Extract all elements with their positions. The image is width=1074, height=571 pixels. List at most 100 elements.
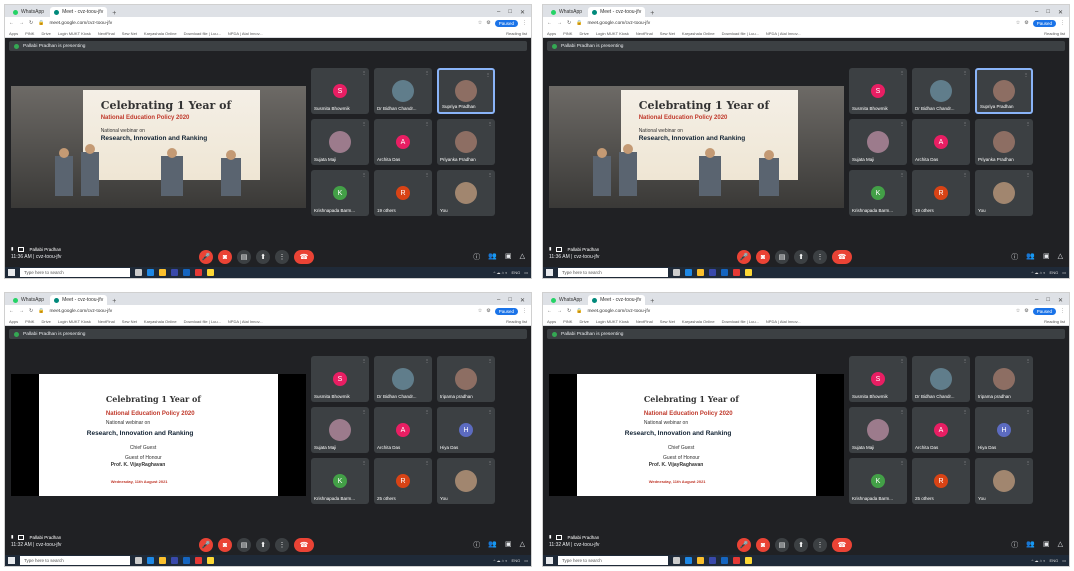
extensions-icon[interactable]: ⚙	[486, 20, 490, 26]
tile-options-icon[interactable]: ⋮	[963, 358, 967, 363]
bookmark-item[interactable]: NextFinal	[636, 31, 653, 36]
bookmark-item[interactable]: Download file | Luu...	[184, 31, 221, 36]
star-icon[interactable]: ☆	[1016, 308, 1020, 314]
bookmark-item[interactable]: Download file | Luu...	[722, 319, 759, 324]
participant-tile[interactable]: K ⋮ Krishnapada Barm...	[849, 458, 907, 504]
tab-whatsapp[interactable]: WhatsApp	[547, 295, 586, 305]
people-icon[interactable]: 👥	[1026, 540, 1035, 550]
people-icon[interactable]: 👥	[1026, 252, 1035, 262]
participant-tile[interactable]: H ⋮ Hiya Das	[975, 407, 1033, 453]
chat-icon[interactable]: ▣	[505, 252, 512, 262]
maximize-icon[interactable]: □	[1046, 297, 1050, 303]
participant-tile[interactable]: ⋮ Sujata Maji	[311, 119, 369, 165]
tile-options-icon[interactable]: ⋮	[425, 460, 429, 465]
bookmark-item[interactable]: Sew Net	[122, 319, 137, 324]
notification-icon[interactable]: ▭	[524, 270, 528, 275]
minimize-icon[interactable]: –	[1035, 9, 1038, 15]
mail-icon[interactable]	[183, 557, 190, 564]
tile-options-icon[interactable]: ⋮	[963, 70, 967, 75]
bookmark-item[interactable]: Drive	[579, 319, 588, 324]
participant-tile[interactable]: S ⋮ Susmita Bhowmik	[311, 356, 369, 402]
participant-tile[interactable]: ⋮ tripama pradhan	[437, 356, 495, 402]
tile-options-icon[interactable]: ⋮	[963, 460, 967, 465]
main-video[interactable]: Celebrating 1 Year of National Education …	[11, 374, 306, 496]
reload-icon[interactable]: ↻	[567, 308, 571, 314]
mic-off-button[interactable]: 🎤	[199, 250, 213, 264]
tile-options-icon[interactable]: ⋮	[1024, 72, 1028, 77]
main-video[interactable]: Celebrating 1 Year of National Education …	[549, 374, 844, 496]
new-tab-button[interactable]: +	[109, 298, 119, 305]
url-field[interactable]: meet.google.com/cvz-toou-jfv	[49, 21, 112, 26]
bookmark-item[interactable]: Drive	[41, 31, 50, 36]
notification-icon[interactable]: ▭	[1062, 558, 1066, 563]
bookmark-item[interactable]: NextFinal	[98, 31, 115, 36]
tile-options-icon[interactable]: ⋮	[362, 460, 366, 465]
menu-icon[interactable]: ⋮	[1060, 308, 1065, 314]
bookmark-item[interactable]: Sew Net	[660, 31, 675, 36]
bookmark-item[interactable]: Karyashala Online	[682, 31, 715, 36]
captions-button[interactable]: ▤	[775, 250, 789, 264]
info-icon[interactable]: ⓘ	[1011, 252, 1018, 262]
edge-icon[interactable]	[147, 557, 154, 564]
bookmark-item[interactable]: PINK	[563, 319, 572, 324]
bookmark-item[interactable]: NextFinal	[636, 319, 653, 324]
tile-options-icon[interactable]: ⋮	[425, 409, 429, 414]
store-icon[interactable]	[171, 557, 178, 564]
tile-options-icon[interactable]: ⋮	[900, 460, 904, 465]
opera-icon[interactable]	[195, 269, 202, 276]
store-icon[interactable]	[709, 557, 716, 564]
opera-icon[interactable]	[195, 557, 202, 564]
tab-meet[interactable]: Meet - cvz-toou-jfv	[50, 7, 108, 17]
back-icon[interactable]: ←	[547, 308, 552, 314]
profile-button[interactable]: Paused	[494, 19, 518, 27]
participant-tile[interactable]: A ⋮ Archita Das	[912, 407, 970, 453]
close-icon[interactable]: ✕	[1058, 297, 1063, 304]
mail-icon[interactable]	[183, 269, 190, 276]
tile-options-icon[interactable]: ⋮	[963, 121, 967, 126]
windows-start-icon[interactable]	[8, 557, 15, 564]
close-icon[interactable]: ✕	[1058, 9, 1063, 16]
participant-tile[interactable]: ⋮ Sujata Maji	[311, 407, 369, 453]
reload-icon[interactable]: ↻	[29, 308, 33, 314]
profile-button[interactable]: Paused	[1032, 307, 1056, 315]
participant-tile[interactable]: ⋮ Sujata Maji	[849, 407, 907, 453]
tile-options-icon[interactable]: ⋮	[362, 172, 366, 177]
leave-call-button[interactable]: ☎	[832, 250, 852, 264]
participant-tile[interactable]: S ⋮ Susmita Bhowmik	[849, 356, 907, 402]
tray-icons[interactable]: ^ ☁ ⌂ ◐	[494, 270, 508, 275]
reload-icon[interactable]: ↻	[29, 20, 33, 26]
bookmark-item[interactable]: Download file | Luu...	[184, 319, 221, 324]
participant-tile[interactable]: A ⋮ Archita Das	[374, 119, 432, 165]
edge-icon[interactable]	[685, 557, 692, 564]
bookmark-item[interactable]: NPDA | Atal Innov...	[766, 31, 801, 36]
participant-tile[interactable]: R ⋮ 19 others	[374, 170, 432, 216]
back-icon[interactable]: ←	[547, 20, 552, 26]
main-video[interactable]: Celebrating 1 Year of National Education …	[549, 86, 844, 208]
participant-tile[interactable]: ⋮ You	[437, 458, 495, 504]
mic-off-button[interactable]: 🎤	[737, 538, 751, 552]
bookmark-item[interactable]: Apps	[9, 31, 18, 36]
tile-options-icon[interactable]: ⋮	[900, 409, 904, 414]
bookmark-item[interactable]: Login MUKT Kiosk	[58, 319, 91, 324]
present-button[interactable]: ⬆	[256, 538, 270, 552]
mail-icon[interactable]	[721, 557, 728, 564]
folder-icon[interactable]	[697, 269, 704, 276]
tile-options-icon[interactable]: ⋮	[1026, 409, 1030, 414]
bookmark-item[interactable]: Karyashala Online	[144, 319, 177, 324]
participant-tile[interactable]: K ⋮ Krishnapada Barm...	[311, 458, 369, 504]
maximize-icon[interactable]: □	[508, 297, 512, 303]
edge-icon[interactable]	[685, 269, 692, 276]
reading-list[interactable]: Reading list	[506, 319, 527, 324]
participant-tile[interactable]: R ⋮ 19 others	[912, 170, 970, 216]
tile-options-icon[interactable]: ⋮	[488, 358, 492, 363]
tile-options-icon[interactable]: ⋮	[362, 70, 366, 75]
bookmark-item[interactable]: Sew Net	[660, 319, 675, 324]
tile-options-icon[interactable]: ⋮	[425, 358, 429, 363]
participant-tile[interactable]: ⋮ Dr Bidhan Chandr...	[912, 356, 970, 402]
tile-options-icon[interactable]: ⋮	[362, 409, 366, 414]
participant-tile[interactable]: ⋮ Priyanka Pradhan	[975, 119, 1033, 165]
participant-tile[interactable]: ⋮ Dr Bidhan Chandr...	[374, 68, 432, 114]
chrome-icon[interactable]	[745, 269, 752, 276]
camera-off-button[interactable]: ◙	[756, 538, 770, 552]
activities-icon[interactable]: △	[520, 540, 525, 550]
